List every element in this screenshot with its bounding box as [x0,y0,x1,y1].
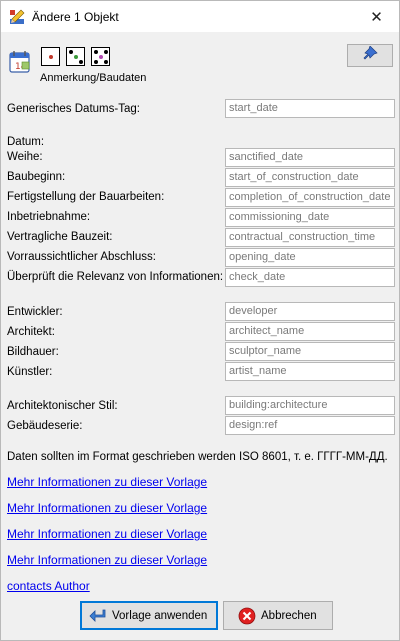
date-section-heading: Datum: [7,136,45,148]
construction-start-label: Baubeginn: [7,171,66,183]
more-info-link-2[interactable]: Mehr Informationen zu dieser Vorlage [7,501,207,515]
arrow-apply-icon[interactable] [89,608,107,624]
dice-one-icon [41,47,60,66]
pin-icon[interactable] [362,45,378,65]
dice-three-icon [66,47,85,66]
contractual-time-label: Vertragliche Bauzeit: [7,231,113,243]
artist-field[interactable]: artist_name [225,362,395,381]
commissioning-field[interactable]: commissioning_date [225,208,395,227]
building-series-field[interactable]: design:ref [225,416,395,435]
close-icon[interactable]: ✕ [370,8,383,26]
dice-five-icon [91,47,110,66]
architecture-style-label: Architektonischer Stil: [7,400,118,412]
calendar-icon: 14 [9,50,30,74]
preset-dialog: Ändere 1 Objekt ✕ 14 Anmerkung/Baudaten … [0,0,400,641]
preset-caption: Anmerkung/Baudaten [40,72,147,84]
developer-field[interactable]: developer [225,302,395,321]
generic-date-label: Generisches Datums-Tag: [7,103,140,115]
commissioning-label: Inbetriebnahme: [7,211,91,223]
cancel-button[interactable]: Abbrechen [223,601,333,630]
window-title: Ändere 1 Objekt [32,10,119,24]
sculptor-label: Bildhauer: [7,346,59,358]
pin-button[interactable] [347,44,393,67]
sanctified-label: Weihe: [7,151,43,163]
construction-completion-label: Fertigstellung der Bauarbeiten: [7,191,165,203]
sanctified-field[interactable]: sanctified_date [225,148,395,167]
construction-start-field[interactable]: start_of_construction_date [225,168,395,187]
check-date-field[interactable]: check_date [225,268,395,287]
contractual-time-field[interactable]: contractual_construction_time [225,228,395,247]
cancel-label[interactable]: Abbrechen [261,610,317,622]
more-info-link-3[interactable]: Mehr Informationen zu dieser Vorlage [7,527,207,541]
generic-date-field[interactable]: start_date [225,99,395,118]
architecture-style-field[interactable]: building:architecture [225,396,395,415]
title-bar: Ändere 1 Objekt ✕ [1,1,399,32]
architect-field[interactable]: architect_name [225,322,395,341]
more-info-link-1[interactable]: Mehr Informationen zu dieser Vorlage [7,475,207,489]
opening-field[interactable]: opening_date [225,248,395,267]
contact-author-link[interactable]: contacts Author [7,579,90,593]
sculptor-field[interactable]: sculptor_name [225,342,395,361]
format-note: Daten sollten im Format geschrieben werd… [7,451,388,463]
apply-preset-button[interactable]: Vorlage anwenden [80,601,218,630]
artist-label: Künstler: [7,366,53,378]
architect-label: Architekt: [7,326,55,338]
more-info-link-4[interactable]: Mehr Informationen zu dieser Vorlage [7,553,207,567]
dialog-content: 14 Anmerkung/Baudaten Generisches Datums… [1,32,399,640]
developer-label: Entwickler: [7,306,63,318]
close-button[interactable]: ✕ [354,1,399,32]
construction-completion-field[interactable]: completion_of_construction_date [225,188,395,207]
opening-label: Vorraussichtlicher Abschluss: [7,251,156,263]
building-series-label: Gebäudeserie: [7,420,83,432]
josm-pencil-icon [9,9,25,25]
cancel-x-icon[interactable] [238,607,256,625]
apply-preset-label[interactable]: Vorlage anwenden [112,610,207,622]
check-date-label: Überprüft die Relevanz von Informationen… [7,271,224,283]
